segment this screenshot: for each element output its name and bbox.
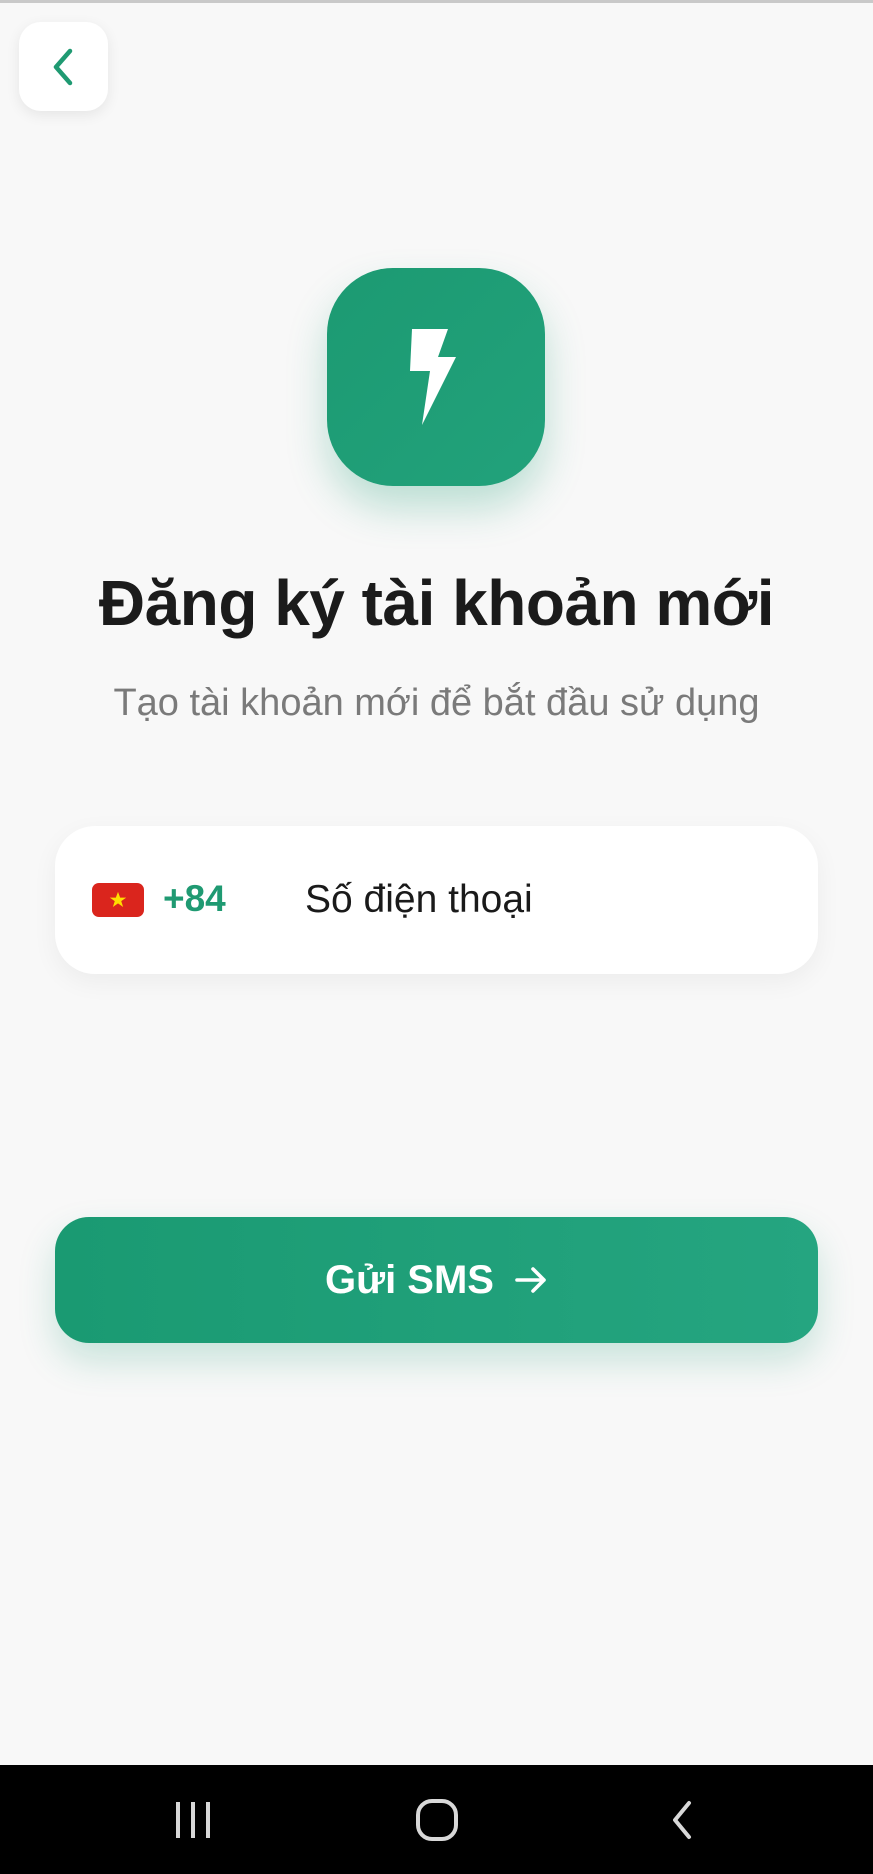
phone-input[interactable] [305, 866, 785, 934]
star-icon [109, 891, 127, 908]
top-divider [0, 0, 873, 3]
app-logo [327, 268, 545, 486]
register-screen: Đăng ký tài khoản mới Tạo tài khoản mới … [0, 0, 873, 1874]
recent-apps-button[interactable] [133, 1765, 253, 1874]
system-navigation-bar [0, 1765, 873, 1874]
home-icon [416, 1798, 458, 1841]
back-button[interactable] [19, 22, 108, 111]
back-icon [673, 1800, 691, 1839]
chevron-left-icon [53, 48, 72, 85]
arrow-right-icon [515, 1267, 546, 1293]
page-subtitle: Tạo tài khoản mới để bắt đầu sử dụng [113, 682, 760, 724]
phone-field[interactable]: +84 [55, 826, 818, 974]
vietnam-flag-icon[interactable] [92, 883, 144, 917]
lightning-bolt-icon [410, 329, 456, 425]
send-sms-button[interactable]: Gửi SMS [55, 1217, 818, 1343]
send-sms-label: Gửi SMS [325, 1257, 494, 1302]
recent-apps-icon [176, 1801, 210, 1838]
home-button[interactable] [377, 1765, 497, 1874]
system-back-button[interactable] [622, 1765, 742, 1874]
country-code[interactable]: +84 [163, 878, 226, 920]
page-title: Đăng ký tài khoản mới [98, 567, 775, 639]
